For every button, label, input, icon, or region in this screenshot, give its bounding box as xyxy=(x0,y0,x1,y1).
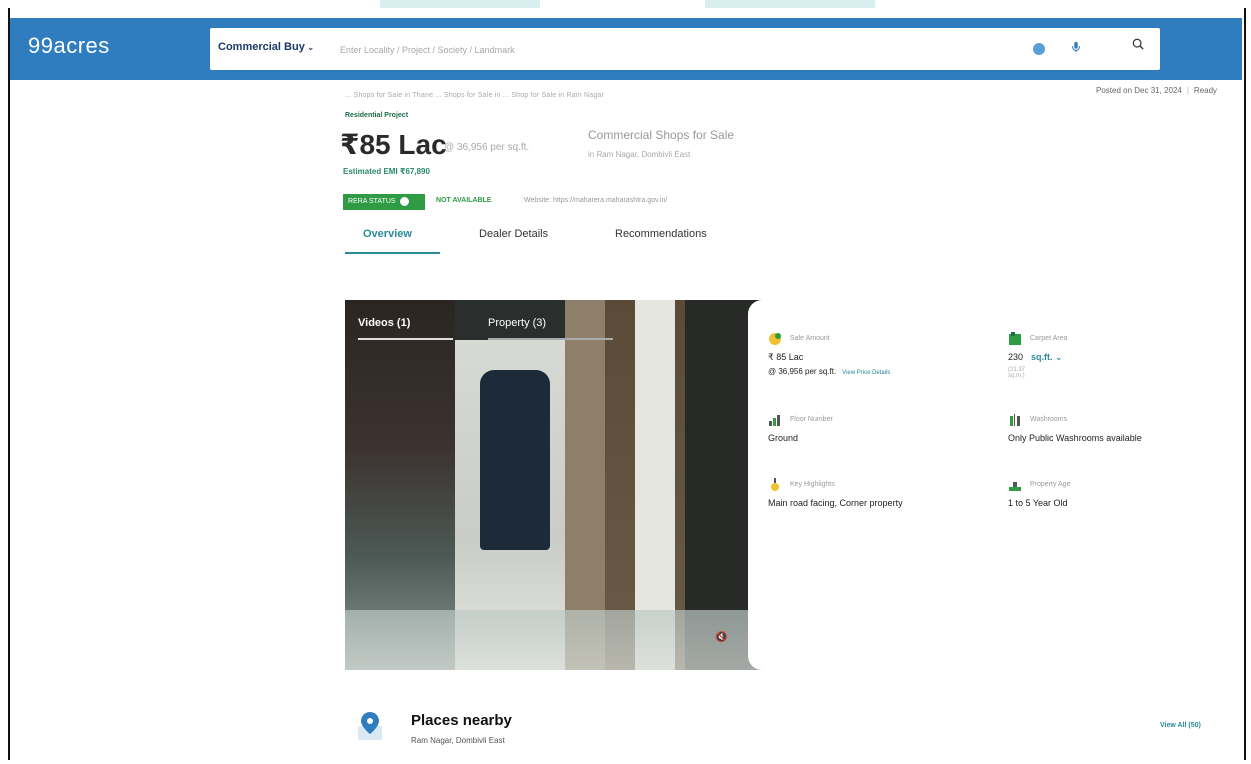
area-unit-dropdown[interactable]: sq.ft. ⌄ xyxy=(1031,352,1063,362)
carpet-area-sqm: (21.37 sq.m.) xyxy=(1008,367,1026,379)
key-highlights-value: Main road facing, Corner property xyxy=(768,498,903,508)
mute-icon[interactable]: 🔇 xyxy=(715,632,729,644)
property-details-card: Sale Amount ₹ 85 Lac @ 36,956 per sq.ft.… xyxy=(748,300,1242,670)
sale-amount-per-sqft: @ 36,956 per sq.ft. View Price Details xyxy=(768,367,890,376)
floor-number-value: Ground xyxy=(768,433,799,443)
tab-property-photos[interactable]: Property (3) xyxy=(488,317,546,329)
property-type-label: Commercial Buy xyxy=(218,41,305,53)
property-age-value: 1 to 5 Year Old xyxy=(1008,498,1068,508)
carpet-area-value: 230 xyxy=(1008,352,1024,362)
media-tabs: Videos (1) Property (3) xyxy=(345,300,771,345)
sale-amount-label: Sale Amount xyxy=(790,335,830,342)
posted-date: Posted on Dec 31, 2024 xyxy=(1096,86,1182,95)
sale-amount-per-sqft-text: @ 36,956 per sq.ft. xyxy=(768,367,837,376)
gallery-dress xyxy=(480,370,550,550)
info-icon xyxy=(399,196,409,206)
price-per-sqft: @ 36,956 per sq.ft. xyxy=(444,142,530,153)
tab-dealer-details[interactable]: Dealer Details xyxy=(479,228,548,240)
property-age-label: Property Age xyxy=(1030,481,1071,488)
gallery-floor xyxy=(345,610,771,670)
rera-value: NOT AVAILABLE xyxy=(436,197,492,204)
tab-overview[interactable]: Overview xyxy=(363,228,412,240)
listing-location: in Ram Nagar, Dombivli East xyxy=(588,150,691,159)
area-unit-label: sq.ft. xyxy=(1031,352,1053,362)
places-nearby-title: Places nearby xyxy=(411,712,512,729)
places-nearby-location: Ram Nagar, Dombivli East xyxy=(411,736,505,745)
active-tab-indicator xyxy=(345,252,440,254)
location-icon[interactable] xyxy=(1033,43,1045,55)
project-tag: Residential Project xyxy=(345,112,409,119)
rera-website: Website: https://maharera.maharashtra.go… xyxy=(524,197,668,204)
tab-recommendations[interactable]: Recommendations xyxy=(615,228,707,240)
carpet-area-label: Carpet Area xyxy=(1030,335,1068,342)
view-price-details-link[interactable]: View Price Details xyxy=(842,370,890,376)
washrooms-label: Washrooms xyxy=(1030,416,1068,423)
rera-status-label: RERA STATUS xyxy=(348,198,396,205)
washroom-icon xyxy=(1010,414,1020,426)
floor-number-label: Floor Number xyxy=(790,416,833,423)
section-tabs: Overview Dealer Details Recommendations xyxy=(345,222,765,262)
possession-status: Ready xyxy=(1193,86,1218,95)
map-pin-icon xyxy=(358,712,382,740)
videos-tab-underline xyxy=(358,338,453,340)
rera-status-badge[interactable]: RERA STATUS xyxy=(343,194,425,210)
site-logo[interactable]: 99acres xyxy=(28,33,110,59)
property-tab-underline xyxy=(488,338,613,340)
area-icon xyxy=(1009,332,1021,345)
carpet-area-value-row: 230 sq.ft. ⌄ xyxy=(1008,352,1063,363)
chevron-down-icon: ⌄ xyxy=(306,42,315,52)
property-type-dropdown[interactable]: Commercial Buy ⌄ xyxy=(218,41,314,53)
price: ₹85 Lac xyxy=(340,129,447,160)
emi-estimate[interactable]: Estimated EMI ₹67,890 xyxy=(343,167,430,176)
breadcrumb[interactable]: ... Shops for Sale in Thane ... Shops fo… xyxy=(345,92,604,99)
posted-info: Posted on Dec 31, 2024 | Ready xyxy=(1096,86,1218,95)
tab-videos[interactable]: Videos (1) xyxy=(358,317,410,329)
search-input[interactable] xyxy=(338,36,992,64)
media-gallery[interactable]: Videos (1) Property (3) 🔇 xyxy=(345,300,771,670)
listing-title: Commercial Shops for Sale xyxy=(588,128,735,142)
age-icon xyxy=(1009,482,1021,491)
floor-icon xyxy=(769,415,780,426)
sale-amount-value: ₹ 85 Lac xyxy=(768,352,804,362)
washrooms-value: Only Public Washrooms available xyxy=(1008,433,1142,443)
top-strip-decoration-2 xyxy=(705,0,875,8)
money-icon xyxy=(769,333,781,345)
search-bar: Commercial Buy ⌄ xyxy=(210,28,1160,70)
key-highlights-label: Key Highlights xyxy=(790,481,835,488)
mic-icon[interactable] xyxy=(1070,41,1082,53)
top-header: 99acres Commercial Buy ⌄ xyxy=(10,18,1242,80)
view-all-places-link[interactable]: View All (50) xyxy=(1160,722,1201,729)
highlight-icon xyxy=(771,478,779,491)
top-strip-decoration xyxy=(380,0,540,8)
search-icon[interactable] xyxy=(1132,38,1144,50)
